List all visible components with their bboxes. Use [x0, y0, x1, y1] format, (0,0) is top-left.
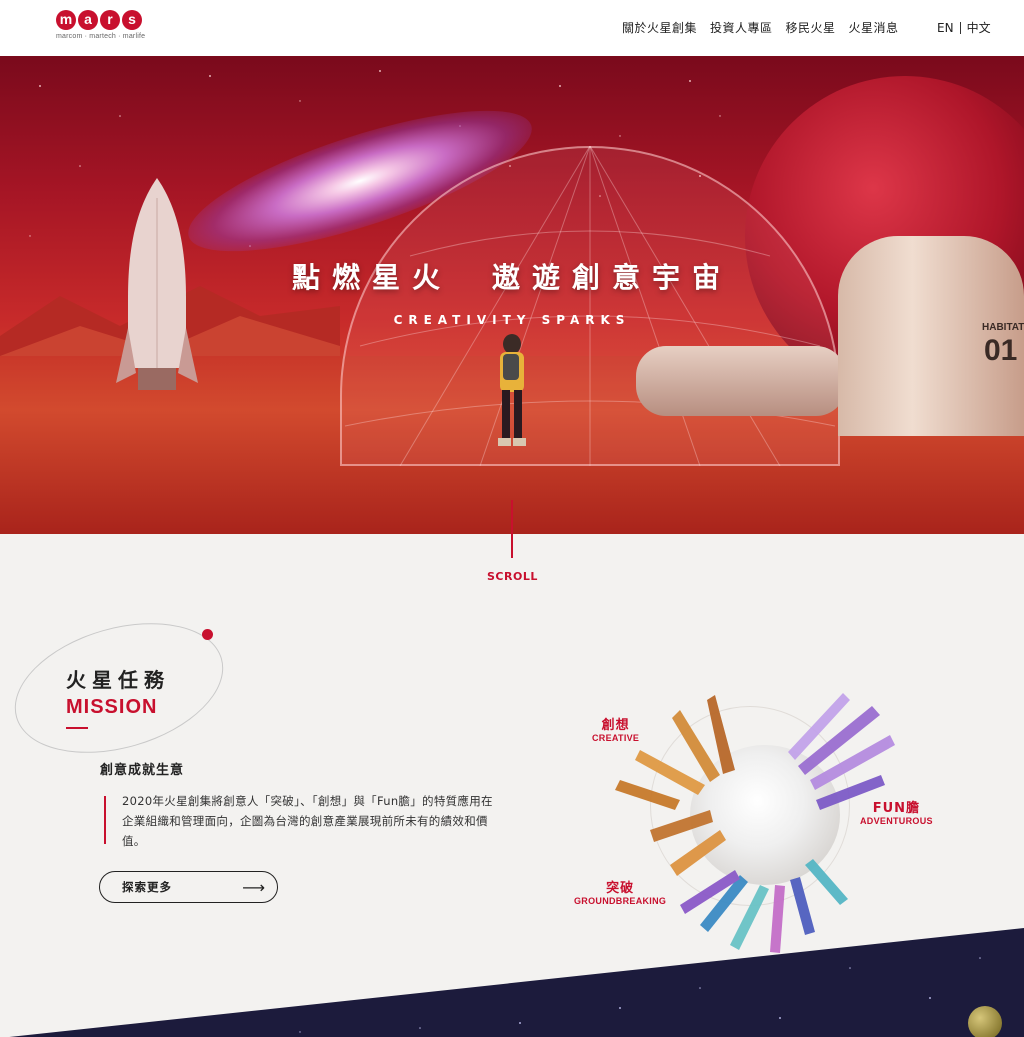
- logo-tagline: marcom · martech · marlife: [56, 33, 146, 40]
- mission-underline: [66, 727, 88, 729]
- main-nav: 關於火星創集 投資人專區 移民火星 火星消息: [622, 19, 899, 36]
- attribute-adventurous-zh: FUN膽: [872, 801, 921, 816]
- attribute-groundbreaking-zh: 突破: [606, 881, 635, 896]
- habitat-number: 01: [984, 334, 1018, 367]
- mission-title-zh: 火星任務: [66, 668, 170, 692]
- moon-illustration: [968, 1006, 1002, 1037]
- attribute-creative-en: CREATIVE: [592, 733, 640, 743]
- mission-title-en: MISSION: [66, 696, 158, 718]
- logo-letter-r: r: [100, 10, 120, 30]
- lang-zh[interactable]: 中文: [967, 19, 991, 36]
- attribute-adventurous-en: ADVENTUROUS: [860, 816, 933, 826]
- mission-quote-rule: [104, 796, 106, 844]
- lang-divider: [959, 21, 961, 34]
- logo-letter-s: s: [122, 10, 142, 30]
- attribute-groundbreaking-en: GROUNDBREAKING: [574, 896, 667, 906]
- language-switcher: EN 中文: [937, 19, 991, 36]
- hero-title: 點燃星火 遨遊創意宇宙: [291, 261, 732, 294]
- nav-item-about[interactable]: 關於火星創集: [622, 19, 697, 36]
- scroll-indicator[interactable]: SCROLL: [487, 570, 538, 583]
- explore-more-label: 探索更多: [122, 880, 172, 894]
- arrow-right-icon: ⟶: [242, 877, 265, 897]
- dome-lattice: [344, 146, 836, 466]
- mission-body: 2020年火星創集將創意人「突破」、「創想」與「Fun膽」的特質應用在企業組織和…: [122, 794, 493, 848]
- mars-logo[interactable]: m a r s marcom · martech · marlife: [56, 10, 148, 46]
- hero-subtitle: CREATIVITY SPARKS: [393, 313, 631, 327]
- attribute-adventurous: FUN膽 ADVENTUROUS: [860, 797, 933, 826]
- attribute-creative-zh: 創想: [601, 718, 630, 733]
- attribute-groundbreaking: 突破 GROUNDBREAKING: [574, 877, 666, 906]
- astronaut-illustration: [498, 334, 526, 446]
- logo-letter-m: m: [56, 10, 76, 30]
- orbit-dot: [202, 629, 213, 640]
- attribute-creative: 創想 CREATIVE: [592, 714, 639, 743]
- nav-item-investors[interactable]: 投資人專區: [710, 19, 773, 36]
- space-stars: [299, 957, 981, 1033]
- logo-letters: m a r s: [56, 10, 148, 30]
- scroll-line: [511, 500, 513, 558]
- hero-banner: HABITAT 01 點燃星火 遨遊創意宇宙 CREATIVITY SPARKS: [0, 56, 1024, 534]
- explore-more-button[interactable]: 探索更多 ⟶: [99, 871, 278, 903]
- nav-item-immigrate[interactable]: 移民火星: [786, 19, 836, 36]
- lang-en[interactable]: EN: [937, 21, 954, 35]
- nav-item-news[interactable]: 火星消息: [849, 19, 899, 36]
- logo-letter-a: a: [78, 10, 98, 30]
- site-header: m a r s marcom · martech · marlife 關於火星創…: [0, 0, 1024, 56]
- connector-tubes: [636, 346, 846, 416]
- mission-heading: 創意成就生意: [100, 763, 185, 778]
